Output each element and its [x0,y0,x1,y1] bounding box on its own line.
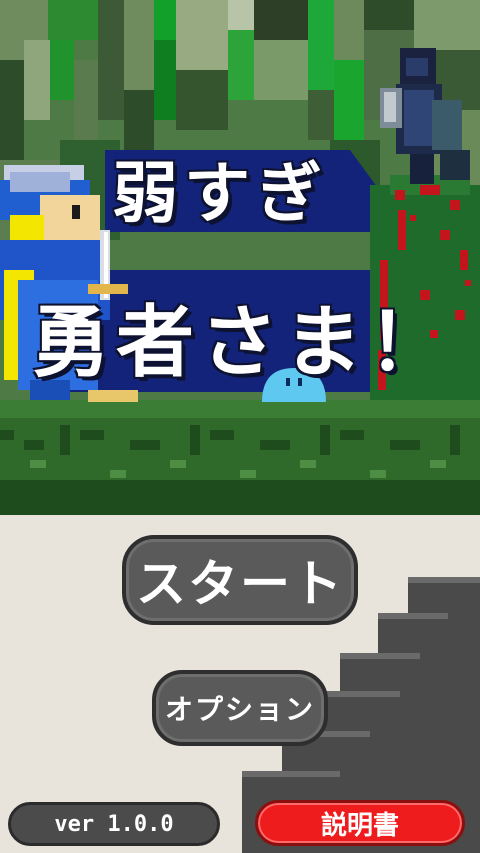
main-menu: スタート オプション ver 1.0.0 説明書 [0,515,480,853]
manual-button[interactable]: 説明書 [255,800,465,846]
start-button[interactable]: スタート [122,535,358,625]
title-scene: 弱すぎ 勇者さま！ [0,0,480,515]
version-label: ver 1.0.0 [8,802,220,846]
game-title-line-1: 弱すぎ [112,155,328,232]
option-button[interactable]: オプション [152,670,328,746]
game-title-line-2: 勇者さま！ [32,298,453,388]
forest-background [0,0,480,515]
